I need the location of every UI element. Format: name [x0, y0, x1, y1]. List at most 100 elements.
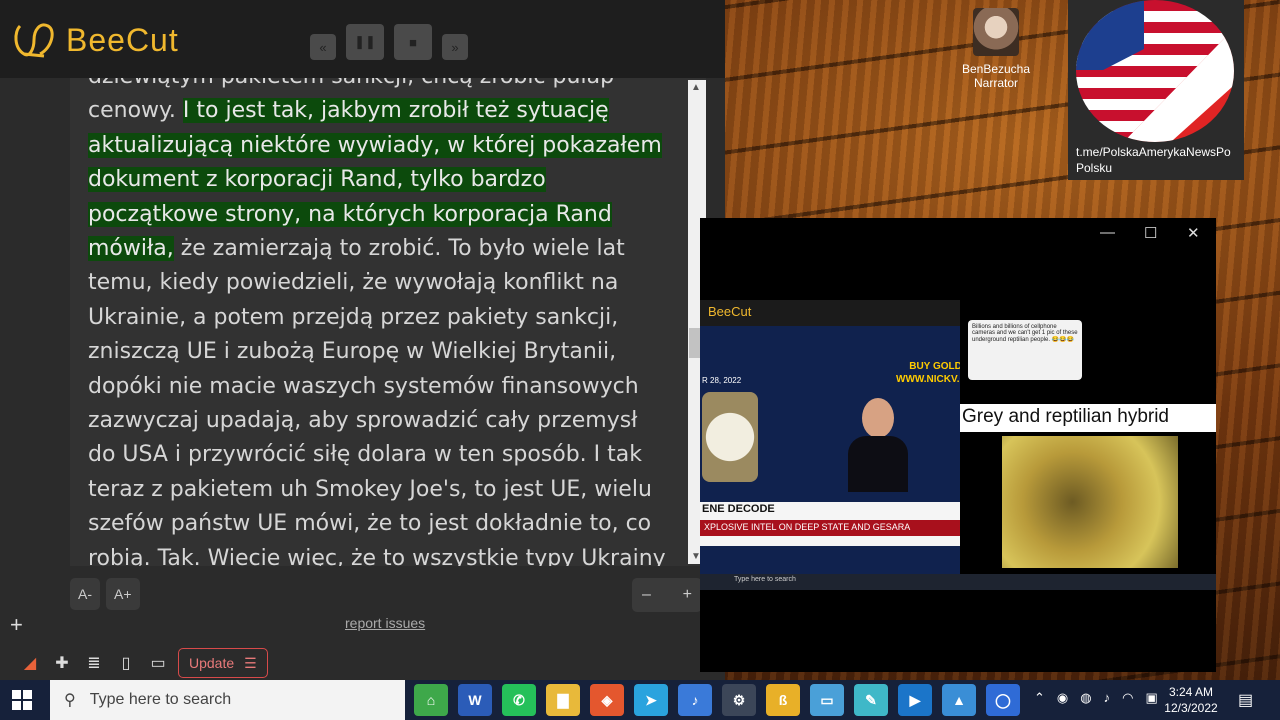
transcript-highlighted-text: dokument z korporacji Rand, tylko bardzo: [88, 167, 546, 193]
channel-link[interactable]: t.me/PolskaAmerykaNewsPo Polsku: [1076, 144, 1231, 176]
transcript-highlighted-text: aktualizującą niektóre wywiady, w której…: [88, 132, 662, 158]
photos-icon[interactable]: ▭: [810, 684, 844, 716]
date-label: R 28, 2022: [702, 376, 742, 385]
clock-date: 12/3/2022: [1164, 701, 1218, 715]
narrator-card: BenBezucha Narrator: [955, 8, 1037, 90]
channel-card: t.me/PolskaAmerykaNewsPo Polsku: [1068, 0, 1244, 180]
scroll-up-icon[interactable]: ▲: [691, 82, 701, 93]
forward-button[interactable]: »: [442, 34, 468, 60]
pause-button[interactable]: ❚❚: [346, 24, 384, 60]
avatar: [973, 8, 1019, 56]
search-placeholder: Type here to search: [89, 691, 232, 708]
video-window-titlebar: — ☐ ✕: [700, 218, 1216, 248]
channel-link-line2: Polsku: [1076, 161, 1113, 175]
transcript-highlighted-text: początkowe strony, na których korporacja…: [88, 201, 612, 227]
word-icon[interactable]: W: [458, 684, 492, 716]
transcript-line: robią. Tak. Wiecie więc, że to wszystkie…: [88, 542, 678, 566]
brave-icon[interactable]: ◈: [590, 684, 624, 716]
stop-button[interactable]: ■: [394, 24, 432, 60]
clock[interactable]: 3:24 AM 12/3/2022: [1160, 684, 1222, 716]
transcript-line: Ukrainie, a potem przejdą przez pakiety …: [88, 301, 678, 335]
reptilian-video-panel: Billions and billions of cellphone camer…: [960, 300, 1216, 574]
playback-controls: « ❚❚ ■ »: [310, 24, 468, 60]
search-icon: ⚲: [64, 692, 76, 709]
notifications-icon[interactable]: ▤: [1238, 690, 1253, 710]
chevron-up-icon[interactable]: ⌃: [1034, 690, 1045, 706]
wifi-icon[interactable]: ◠: [1122, 690, 1133, 706]
update-label: Update: [189, 655, 235, 671]
font-smaller-button[interactable]: A-: [70, 578, 100, 610]
decode-logo: [702, 392, 758, 482]
transcript-line: do USA i przywrócić siłę dolara w ten sp…: [88, 438, 678, 472]
forward-icon: »: [451, 39, 459, 55]
transcript-line-text: zazwyczaj upadają, aby sprowadzić cały p…: [88, 408, 638, 434]
transcript-line: temu, kiedy powiedzieli, że wywołają kon…: [88, 266, 678, 300]
report-issues-link[interactable]: report issues: [345, 615, 425, 631]
update-button[interactable]: Update ☰: [178, 648, 268, 678]
beecut-tool-icon[interactable]: ◢: [18, 652, 42, 674]
beecut-header: BeeCut « ❚❚ ■ »: [0, 0, 725, 78]
rewind-button[interactable]: «: [310, 34, 336, 60]
settings-icon[interactable]: ⚙: [722, 684, 756, 716]
transcript-line-text: Ukrainie, a potem przejdą przez pakiety …: [88, 304, 619, 330]
network-icon[interactable]: ◍: [1080, 690, 1091, 706]
transcript-text: dziewiątym pakietem sankcji, chcą zrobić…: [88, 78, 678, 566]
transcript-line-text: do USA i przywrócić siłę dolara w ten sp…: [88, 442, 642, 468]
pause-icon: ❚❚: [354, 34, 376, 49]
clock-time: 3:24 AM: [1168, 685, 1214, 699]
reptilian-image: [1002, 436, 1178, 568]
embedded-taskbar: Type here to search: [700, 574, 1216, 590]
close-icon[interactable]: ✕: [1187, 224, 1200, 242]
tray-app-icon[interactable]: ▣: [1145, 690, 1157, 706]
extensions-icon[interactable]: ✚: [50, 652, 74, 674]
zoom-controls: – +: [632, 578, 702, 612]
media-player-icon[interactable]: ♪: [678, 684, 712, 716]
transcript-line: cenowy. I to jest tak, jakbym zrobił też…: [88, 94, 678, 128]
minimize-icon[interactable]: —: [1100, 224, 1115, 241]
transcript-line: początkowe strony, na których korporacja…: [88, 198, 678, 232]
font-larger-button[interactable]: A+: [106, 578, 140, 610]
start-button[interactable]: [12, 690, 32, 710]
us-poland-flag-icon: [1076, 0, 1234, 142]
android-app-icon[interactable]: ⌂: [414, 684, 448, 716]
maximize-icon[interactable]: ☐: [1144, 224, 1157, 242]
taskbar-search[interactable]: ⚲ Type here to search: [50, 680, 405, 720]
zoom-in-button[interactable]: +: [683, 586, 692, 604]
narrator-role: Narrator: [973, 76, 1018, 90]
transcript-line-text: dopóki nie macie waszych systemów finans…: [88, 373, 639, 399]
transcript-line-text: teraz z pakietem uh Smokey Joe's, to jes…: [88, 476, 652, 502]
telegram-icon[interactable]: ➤: [634, 684, 668, 716]
transcript-line-text: temu, kiedy powiedzieli, że wywołają kon…: [88, 270, 619, 296]
volume-icon[interactable]: ♪: [1104, 690, 1111, 706]
file-explorer-icon[interactable]: ▇: [546, 684, 580, 716]
transcript-line: aktualizującą niektóre wywiady, w której…: [88, 129, 678, 163]
reptilian-title: Grey and reptilian hybrid: [960, 404, 1216, 432]
transcript-line: szefów państw UE mówi, że to jest dokład…: [88, 507, 678, 541]
transcript-highlighted-text: mówiła,: [88, 236, 174, 262]
sidebar-icon[interactable]: ▯: [114, 652, 138, 674]
notes-icon[interactable]: ✎: [854, 684, 888, 716]
transcript-line: teraz z pakietem uh Smokey Joe's, to jes…: [88, 473, 678, 507]
image-viewer-icon[interactable]: ▲: [942, 684, 976, 716]
zoom-out-button[interactable]: –: [642, 586, 651, 604]
add-button[interactable]: +: [10, 612, 23, 638]
whatsapp-icon[interactable]: ✆: [502, 684, 536, 716]
playlist-icon[interactable]: ≣: [82, 652, 106, 674]
video-window: — ☐ ✕ BeeCut BUY GOLD WWW.NICKV.GO R 28,…: [700, 218, 1216, 672]
narrator-name: BenBezucha: [961, 62, 1031, 76]
wallet-icon[interactable]: ▭: [146, 652, 170, 674]
cortana-tray-icon[interactable]: ◉: [1057, 690, 1068, 706]
cortana-icon[interactable]: ◯: [986, 684, 1020, 716]
video-editor-icon[interactable]: ▶: [898, 684, 932, 716]
windows-taskbar: ⚲ Type here to search ⌂ W ✆ ▇ ◈ ➤ ♪ ⚙ ß ▭ ✎ ▶ ▲ ◯ ⌃ ◉…: [0, 680, 1280, 720]
bottom-toolbar: ◢ ✚ ≣ ▯ ▭ Update ☰: [0, 646, 300, 680]
channel-link-line1: t.me/PolskaAmerykaNewsPo: [1076, 145, 1231, 159]
app-title: BeeCut: [66, 21, 179, 58]
stop-icon: ■: [409, 34, 417, 50]
transcript-line-text: szefów państw UE mówi, że to jest dokład…: [88, 511, 652, 537]
transcript-text-area[interactable]: dziewiątym pakietem sankcji, chcą zrobić…: [70, 78, 706, 566]
transcript-line: dziewiątym pakietem sankcji, chcą zrobić…: [88, 78, 678, 94]
beecut-taskbar-icon[interactable]: ß: [766, 684, 800, 716]
font-size-controls: A- A+: [70, 578, 140, 610]
transcript-line-text: zniszczą UE i zubożą Europę w Wielkiej B…: [88, 339, 617, 365]
